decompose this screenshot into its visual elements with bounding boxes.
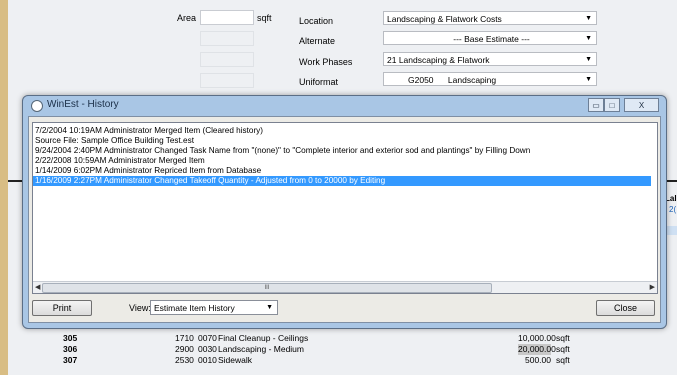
row-subcode: 0070: [198, 333, 217, 343]
work-phases-select[interactable]: 21 Landscaping & Flatwork ▼: [383, 52, 597, 66]
area-input[interactable]: [200, 10, 254, 25]
dialog-titlebar[interactable]: WinEst - History ▭ □ X: [23, 96, 666, 115]
chevron-down-icon: ▼: [585, 56, 592, 63]
chevron-down-icon: ▼: [585, 15, 592, 22]
row-subcode: 0030: [198, 344, 217, 354]
row-code: 2900: [175, 344, 194, 354]
maximize-icon[interactable]: □: [604, 98, 620, 112]
uniformat-code: G2050: [408, 75, 434, 85]
list-item-selected[interactable]: 1/16/2009 2:27PM Administrator Changed T…: [33, 176, 651, 186]
app-icon: [31, 100, 43, 112]
row-unit: sqft: [556, 344, 570, 354]
row-code: 2530: [175, 355, 194, 365]
close-button[interactable]: Close: [596, 300, 655, 316]
work-phases-value: 21 Landscaping & Flatwork: [387, 55, 490, 65]
uniformat-select[interactable]: G2050 Landscaping ▼: [383, 72, 597, 86]
alternate-label: Alternate: [299, 36, 336, 46]
location-select[interactable]: Landscaping & Flatwork Costs ▼: [383, 11, 597, 25]
area-label: Area: [177, 13, 197, 23]
row-unit: sqft: [556, 355, 570, 365]
table-row[interactable]: 305 1710 0070 Final Cleanup - Ceilings 1…: [8, 333, 677, 344]
horizontal-scrollbar[interactable]: ◀ III ▶: [33, 281, 657, 293]
row-quantity[interactable]: 10,000.00: [518, 333, 556, 344]
chevron-down-icon: ▼: [266, 304, 273, 311]
alternate-value: --- Base Estimate ---: [453, 34, 530, 44]
row-number: 305: [63, 333, 78, 343]
view-select[interactable]: Estimate Item History ▼: [150, 300, 278, 315]
uniformat-name: Landscaping: [447, 75, 497, 85]
alternate-select[interactable]: --- Base Estimate --- ▼: [383, 31, 597, 45]
view-label: View:: [129, 303, 151, 313]
row-code: 1710: [175, 333, 194, 343]
work-phases-label: Work Phases: [299, 57, 353, 67]
row-description: Sidewalk: [218, 355, 253, 365]
field-placeholder-1: [200, 31, 254, 46]
history-list[interactable]: 7/2/2004 10:19AM Administrator Merged It…: [32, 122, 658, 294]
minimize-icon[interactable]: ▭: [588, 98, 604, 112]
table-row[interactable]: 307 2530 0010 Sidewalk 500.00 sqft: [8, 355, 677, 366]
row-quantity[interactable]: 500.00: [518, 355, 551, 366]
location-value: Landscaping & Flatwork Costs: [387, 14, 502, 24]
row-number: 307: [63, 355, 78, 365]
list-item[interactable]: 9/24/2004 2:40PM Administrator Changed T…: [33, 146, 651, 156]
list-item[interactable]: 2/22/2008 10:59AM Administrator Merged I…: [33, 156, 651, 166]
dialog-title: WinEst - History: [47, 99, 119, 110]
row-quantity[interactable]: 20,000.00: [518, 344, 556, 355]
location-label: Location: [299, 16, 334, 26]
view-value: Estimate Item History: [154, 303, 235, 313]
close-icon[interactable]: X: [624, 98, 659, 112]
list-item[interactable]: Source File: Sample Office Building Test…: [33, 136, 651, 146]
chevron-down-icon: ▼: [585, 35, 592, 42]
row-unit: sqft: [556, 333, 570, 343]
dialog-body: 7/2/2004 10:19AM Administrator Merged It…: [28, 116, 661, 323]
grid-cell-value: 2(: [669, 205, 677, 214]
row-description: Final Cleanup - Ceilings: [218, 333, 309, 343]
field-placeholder-3: [200, 73, 254, 88]
list-item[interactable]: 7/2/2004 10:19AM Administrator Merged It…: [33, 126, 651, 136]
scroll-thumb[interactable]: III: [42, 283, 492, 293]
scroll-right-icon[interactable]: ▶: [650, 283, 655, 291]
table-row[interactable]: 306 2900 0030 Landscaping - Medium 20,00…: [8, 344, 677, 355]
print-button[interactable]: Print: [32, 300, 92, 316]
scroll-left-icon[interactable]: ◀: [35, 283, 40, 291]
row-number: 306: [63, 344, 78, 354]
chevron-down-icon: ▼: [585, 76, 592, 83]
area-unit-label: sqft: [257, 13, 272, 23]
list-item[interactable]: 1/14/2009 6:02PM Administrator Repriced …: [33, 166, 651, 176]
field-placeholder-2: [200, 52, 254, 67]
row-description: Landscaping - Medium: [218, 344, 304, 354]
uniformat-label: Uniformat: [299, 77, 339, 87]
row-subcode: 0010: [198, 355, 217, 365]
history-dialog: WinEst - History ▭ □ X 7/2/2004 10:19AM …: [22, 95, 667, 329]
